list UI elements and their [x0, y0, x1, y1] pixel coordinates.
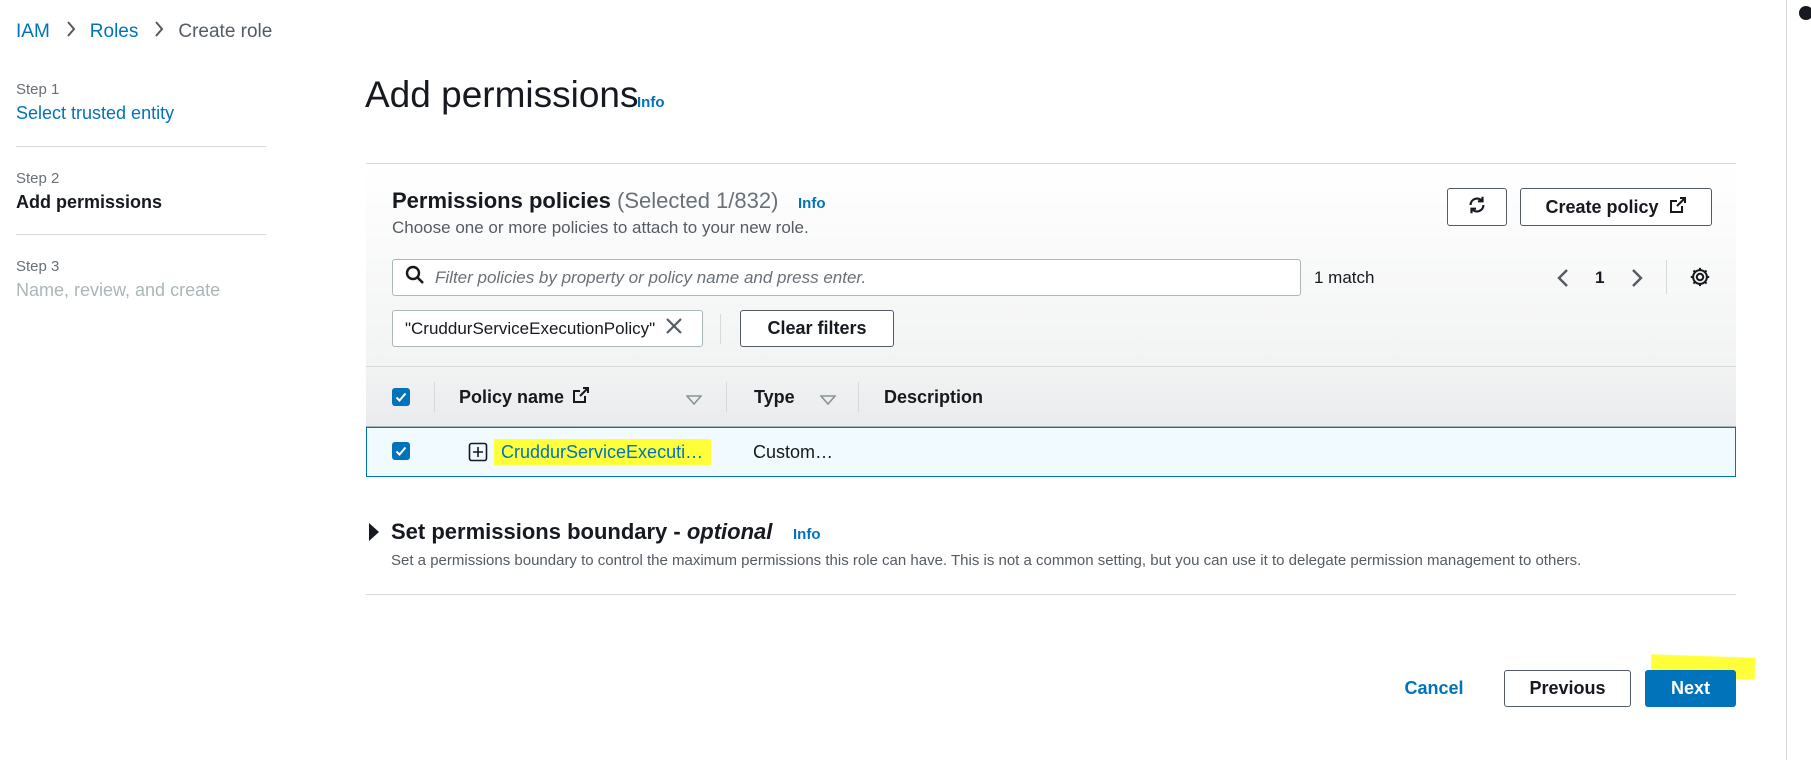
- step-3-disabled: Name, review, and create: [16, 280, 221, 300]
- policy-type: Custom…: [753, 442, 834, 462]
- refresh-icon: [1466, 194, 1488, 221]
- breadcrumb-iam[interactable]: IAM: [16, 21, 50, 43]
- filter-token-label: "CruddurServiceExecutionPolicy": [405, 318, 656, 338]
- column-policy-name-label: Policy name: [459, 387, 565, 407]
- sort-caret-down-icon[interactable]: [819, 392, 837, 410]
- boundary-description: Set a permissions boundary to control th…: [391, 552, 1582, 569]
- breadcrumb: IAM Roles Create role: [16, 20, 272, 44]
- next-page-icon[interactable]: [1630, 268, 1644, 293]
- step-divider: [16, 234, 266, 235]
- column-divider: [434, 382, 435, 412]
- token-divider: [720, 314, 721, 344]
- column-policy-name[interactable]: Policy name: [459, 367, 590, 428]
- policies-heading: Permissions policies (Selected 1/832): [392, 188, 778, 214]
- boundary-info-link[interactable]: Info: [793, 526, 821, 543]
- expand-plus-icon[interactable]: [468, 442, 488, 467]
- column-divider: [858, 382, 859, 412]
- row-checkbox[interactable]: [392, 442, 410, 460]
- search-icon: [405, 265, 425, 290]
- select-all-checkbox[interactable]: [392, 388, 410, 406]
- table-header: Policy name Type Description: [366, 366, 1736, 427]
- step-1-label: Step 1: [16, 81, 60, 98]
- match-count: 1 match: [1314, 268, 1375, 287]
- page-info-link[interactable]: Info: [637, 94, 665, 111]
- breadcrumb-roles[interactable]: Roles: [90, 21, 139, 43]
- create-policy-button[interactable]: Create policy: [1520, 188, 1712, 226]
- step-divider: [16, 146, 266, 147]
- right-edge-divider: [1786, 0, 1787, 760]
- caret-right-icon[interactable]: [368, 522, 380, 547]
- page-title: Add permissions: [365, 74, 639, 115]
- table-row[interactable]: CruddurServiceExecuti… Custom…: [366, 427, 1736, 477]
- panel-header: Permissions policies (Selected 1/832) In…: [366, 164, 1736, 366]
- chevron-right-icon: [66, 21, 76, 43]
- boundary-optional: optional: [686, 519, 773, 544]
- policies-count: (Selected 1/832): [617, 188, 779, 213]
- section-divider: [366, 594, 1736, 595]
- search-box: [392, 259, 1301, 296]
- filter-token: "CruddurServiceExecutionPolicy": [392, 310, 703, 347]
- policies-info-link[interactable]: Info: [798, 195, 826, 212]
- next-button[interactable]: Next: [1645, 670, 1736, 707]
- permissions-policies-panel: Permissions policies (Selected 1/832) In…: [366, 163, 1736, 477]
- step-2-current: Add permissions: [16, 192, 163, 212]
- policies-description: Choose one or more policies to attach to…: [392, 218, 809, 237]
- step-1-link[interactable]: Select trusted entity: [16, 103, 174, 124]
- previous-button[interactable]: Previous: [1504, 670, 1631, 707]
- pagination-divider: [1666, 260, 1667, 294]
- external-link-icon: [1669, 196, 1687, 219]
- column-type[interactable]: Type: [754, 367, 795, 428]
- sort-caret-down-icon[interactable]: [685, 392, 703, 410]
- policies-title: Permissions policies: [392, 188, 611, 213]
- help-icon[interactable]: [1799, 6, 1811, 20]
- policy-name-link[interactable]: CruddurServiceExecuti…: [494, 439, 712, 465]
- cancel-button[interactable]: Cancel: [1390, 670, 1478, 707]
- gear-icon[interactable]: [1689, 266, 1711, 293]
- clear-filters-button[interactable]: Clear filters: [740, 310, 894, 347]
- previous-page-icon[interactable]: [1556, 268, 1570, 293]
- boundary-toggle[interactable]: Set permissions boundary - optional: [391, 519, 772, 545]
- chevron-right-icon: [154, 21, 164, 43]
- boundary-title: Set permissions boundary -: [391, 519, 687, 544]
- create-policy-label: Create policy: [1545, 196, 1659, 217]
- close-icon[interactable]: [665, 317, 683, 340]
- step-3-label: Step 3: [16, 258, 60, 275]
- breadcrumb-current: Create role: [178, 21, 273, 42]
- step-2-label: Step 2: [16, 170, 60, 187]
- refresh-button[interactable]: [1447, 188, 1507, 226]
- page-number[interactable]: 1: [1595, 268, 1604, 288]
- column-divider: [726, 382, 727, 412]
- column-description: Description: [884, 387, 984, 407]
- search-input[interactable]: [435, 267, 1275, 288]
- external-link-icon: [572, 386, 590, 409]
